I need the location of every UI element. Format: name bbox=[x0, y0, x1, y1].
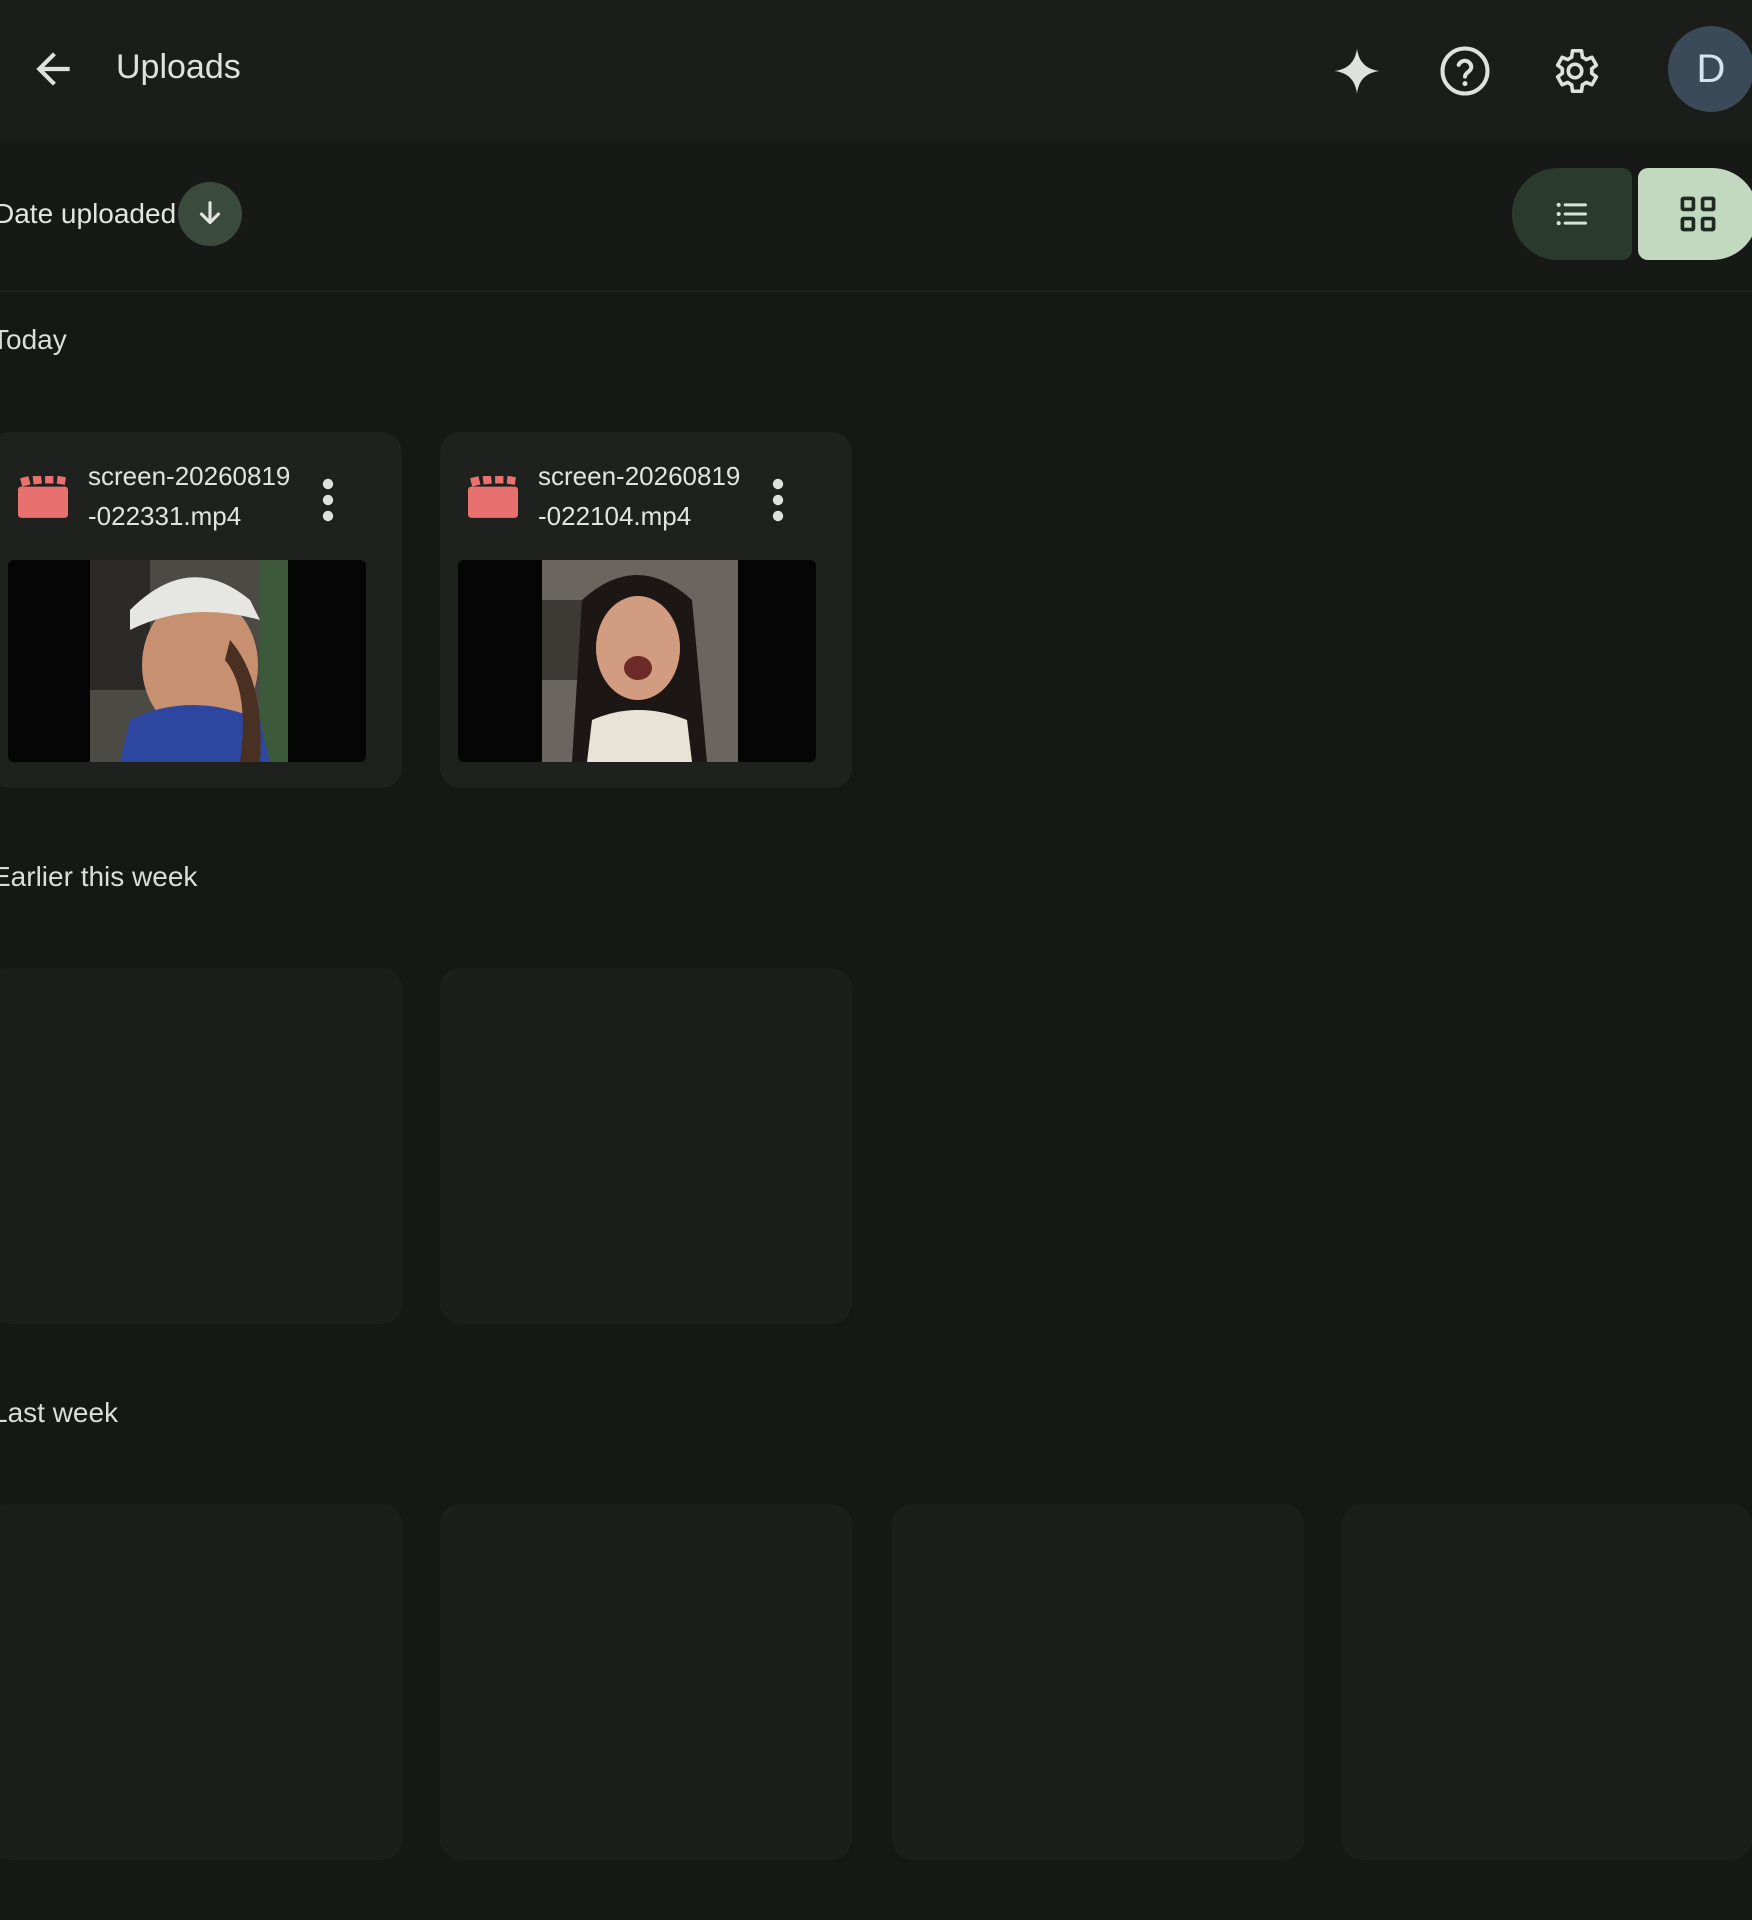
page-title: Uploads bbox=[116, 48, 241, 86]
app-bar: Uploads D bbox=[0, 0, 1752, 140]
file-name: screen-20260819-022331.mp4 bbox=[88, 461, 291, 531]
file-card-placeholder[interactable] bbox=[892, 1504, 1304, 1860]
file-card-placeholder[interactable] bbox=[0, 1504, 402, 1860]
gear-icon[interactable] bbox=[1548, 44, 1602, 98]
video-file-icon bbox=[468, 476, 518, 518]
list-view-icon bbox=[1556, 202, 1587, 226]
file-card-placeholder[interactable] bbox=[1342, 1504, 1752, 1860]
grid-view-button[interactable] bbox=[1638, 168, 1752, 260]
section-header-earlier-this-week: Earlier this week bbox=[0, 861, 198, 892]
file-card[interactable]: screen-20260819-022104.mp4 bbox=[440, 432, 852, 788]
sort-bar: Date uploaded bbox=[0, 140, 1752, 292]
video-thumbnail bbox=[458, 560, 816, 762]
sort-label[interactable]: Date uploaded bbox=[0, 198, 176, 230]
sparkle-icon[interactable] bbox=[1330, 44, 1384, 98]
back-arrow-icon[interactable] bbox=[28, 44, 78, 94]
file-card-placeholder[interactable] bbox=[440, 968, 852, 1324]
section-header-last-week: Last week bbox=[0, 1397, 119, 1428]
file-name: screen-20260819-022104.mp4 bbox=[538, 461, 741, 531]
help-icon[interactable] bbox=[1438, 44, 1492, 98]
grid-view-icon bbox=[1680, 196, 1716, 232]
sort-direction-button[interactable] bbox=[178, 182, 242, 246]
arrow-down-icon bbox=[199, 201, 221, 225]
section-header-today: Today bbox=[0, 324, 67, 355]
account-avatar[interactable]: D bbox=[1668, 26, 1752, 112]
video-frame-image bbox=[542, 560, 738, 762]
video-thumbnail bbox=[8, 560, 366, 762]
more-options-icon[interactable] bbox=[768, 476, 788, 524]
more-options-icon[interactable] bbox=[318, 476, 338, 524]
list-view-button[interactable] bbox=[1512, 168, 1632, 260]
video-file-icon bbox=[18, 476, 68, 518]
file-card[interactable]: screen-20260819-022331.mp4 bbox=[0, 432, 402, 788]
video-frame-image bbox=[90, 560, 288, 762]
file-card-placeholder[interactable] bbox=[0, 968, 402, 1324]
file-card-placeholder[interactable] bbox=[440, 1504, 852, 1860]
